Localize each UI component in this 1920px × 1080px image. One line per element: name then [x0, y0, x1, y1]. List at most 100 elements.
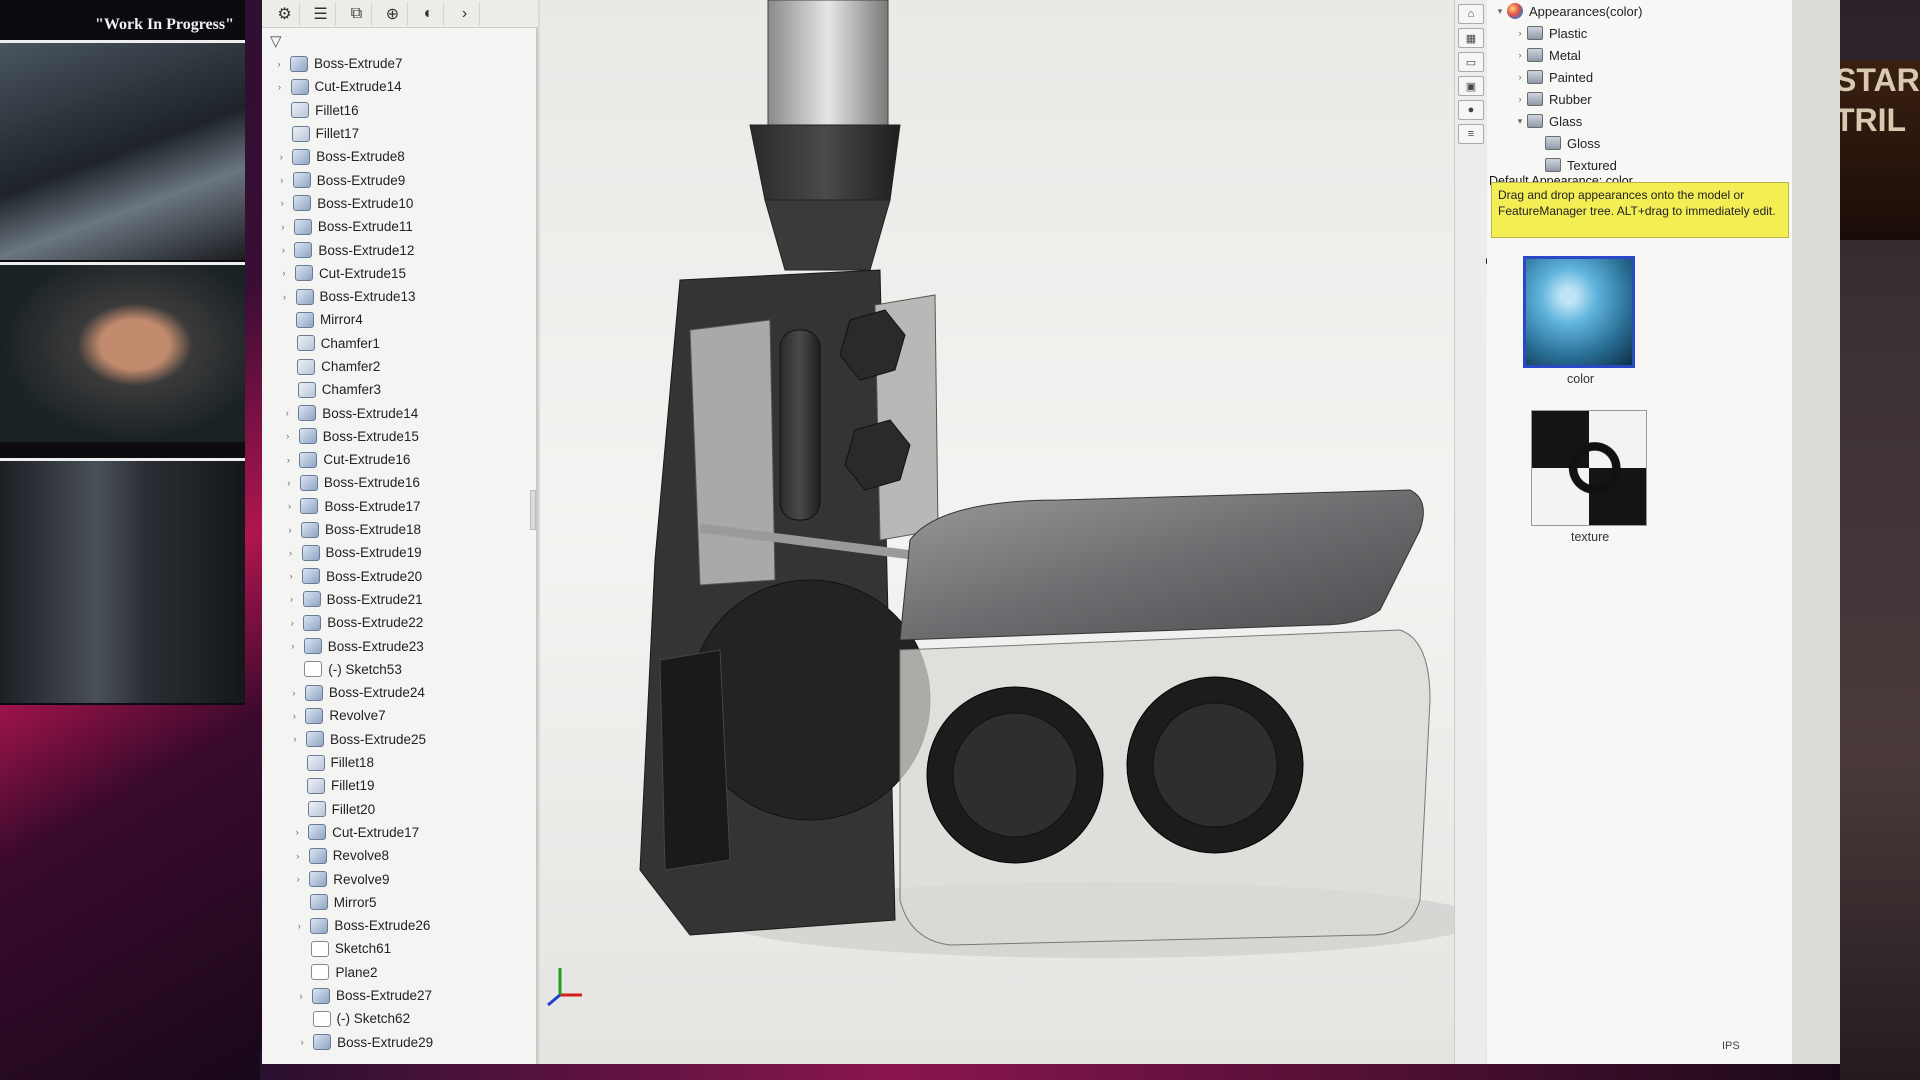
- tree-item[interactable]: › Boss-Extrude9: [268, 168, 534, 191]
- tree-item[interactable]: › Boss-Extrude20: [268, 565, 534, 588]
- tree-item[interactable]: › Boss-Extrude23: [268, 634, 534, 657]
- chevron-right-icon[interactable]: ›: [273, 82, 287, 92]
- chevron-right-icon[interactable]: ›: [283, 525, 297, 535]
- tree-item[interactable]: › Revolve7: [268, 704, 534, 727]
- chevron-down-icon[interactable]: ▾: [1493, 6, 1507, 17]
- tree-item[interactable]: Chamfer1: [268, 332, 534, 355]
- tree-item[interactable]: Fillet17: [268, 122, 534, 145]
- chevron-right-icon[interactable]: ›: [287, 711, 301, 721]
- filter-icon[interactable]: ▽: [270, 32, 282, 50]
- chevron-right-icon[interactable]: ›: [1513, 94, 1527, 104]
- tree-item[interactable]: Fillet19: [268, 774, 534, 797]
- chevron-right-icon[interactable]: ›: [288, 734, 302, 744]
- tree-item[interactable]: Plane2: [268, 961, 534, 984]
- tree-item[interactable]: › Boss-Extrude25: [268, 728, 534, 751]
- units-indicator[interactable]: IPS: [1722, 1040, 1740, 1052]
- tree-item[interactable]: Mirror5: [268, 891, 534, 914]
- chevron-right-icon[interactable]: ›: [272, 59, 286, 69]
- appearance-folder[interactable]: Gloss: [1493, 132, 1783, 154]
- property-manager-icon[interactable]: ☰: [306, 2, 336, 26]
- chevron-right-icon[interactable]: ›: [1513, 28, 1527, 38]
- tree-item[interactable]: › Boss-Extrude17: [268, 495, 534, 518]
- chevron-right-icon[interactable]: ›: [284, 548, 298, 558]
- tree-item[interactable]: Fillet20: [268, 798, 534, 821]
- chevron-right-icon[interactable]: ›: [286, 641, 300, 651]
- chevron-right-icon[interactable]: ›: [282, 478, 296, 488]
- chevron-right-icon[interactable]: ›: [285, 618, 299, 628]
- tree-item[interactable]: › Boss-Extrude7: [268, 52, 534, 75]
- tree-item[interactable]: › Boss-Extrude24: [268, 681, 534, 704]
- tree-item[interactable]: (-) Sketch53: [268, 658, 534, 681]
- tree-item[interactable]: Chamfer2: [268, 355, 534, 378]
- file-explorer-icon[interactable]: ▭: [1458, 52, 1484, 72]
- tree-item[interactable]: › Boss-Extrude12: [268, 238, 534, 261]
- design-library-icon[interactable]: ▦: [1458, 28, 1484, 48]
- graphics-viewport[interactable]: ➤: [540, 0, 1540, 1064]
- tree-item[interactable]: › Boss-Extrude29: [268, 1030, 534, 1053]
- tree-item[interactable]: › Revolve8: [268, 844, 534, 867]
- home-icon[interactable]: ⌂: [1458, 4, 1484, 24]
- tree-item[interactable]: › Revolve9: [268, 867, 534, 890]
- chevron-right-icon[interactable]: ›: [290, 827, 304, 837]
- tree-item[interactable]: › Boss-Extrude22: [268, 611, 534, 634]
- tree-item[interactable]: Sketch61: [268, 937, 534, 960]
- tree-item[interactable]: Fillet16: [268, 99, 534, 122]
- chevron-right-icon[interactable]: ›: [1513, 72, 1527, 82]
- feature-manager-tree[interactable]: ⚙ ☰ ⧉ ⊕ ◐ › ▽ › Boss-Extrude7 › Cut-Extrude…: [262, 0, 538, 1064]
- chevron-icon[interactable]: ›: [450, 2, 480, 26]
- appearances-icon[interactable]: ●: [1458, 100, 1484, 120]
- chevron-right-icon[interactable]: ›: [280, 408, 294, 418]
- chevron-right-icon[interactable]: ›: [291, 851, 305, 861]
- appearance-folder[interactable]: Textured: [1493, 154, 1783, 176]
- tree-item[interactable]: › Cut-Extrude17: [268, 821, 534, 844]
- configuration-icon[interactable]: ⧉: [342, 2, 372, 26]
- tree-item[interactable]: Mirror4: [268, 308, 534, 331]
- appearance-folder[interactable]: › Plastic: [1493, 22, 1783, 44]
- tree-item[interactable]: Fillet18: [268, 751, 534, 774]
- chevron-right-icon[interactable]: ›: [285, 594, 299, 604]
- chevron-right-icon[interactable]: ›: [1513, 50, 1527, 60]
- appearance-folder[interactable]: ▾ Glass: [1493, 110, 1783, 132]
- chevron-right-icon[interactable]: ›: [295, 1037, 309, 1047]
- tree-item[interactable]: › Boss-Extrude11: [268, 215, 534, 238]
- chevron-right-icon[interactable]: ›: [284, 571, 298, 581]
- chevron-right-icon[interactable]: ›: [276, 222, 290, 232]
- chevron-right-icon[interactable]: ›: [277, 268, 291, 278]
- chevron-right-icon[interactable]: ›: [275, 175, 289, 185]
- chevron-right-icon[interactable]: ›: [287, 688, 301, 698]
- chevron-right-icon[interactable]: ›: [281, 455, 295, 465]
- tree-item[interactable]: › Boss-Extrude10: [268, 192, 534, 215]
- tree-item[interactable]: › Boss-Extrude18: [268, 518, 534, 541]
- tree-item[interactable]: › Boss-Extrude21: [268, 588, 534, 611]
- chevron-right-icon[interactable]: ›: [294, 991, 308, 1001]
- tree-item[interactable]: › Boss-Extrude26: [268, 914, 534, 937]
- chevron-right-icon[interactable]: ›: [275, 198, 289, 208]
- chevron-right-icon[interactable]: ›: [274, 152, 288, 162]
- appearances-root[interactable]: ▾ Appearances(color): [1493, 0, 1783, 22]
- dimxpert-icon[interactable]: ⊕: [378, 2, 408, 26]
- chevron-right-icon[interactable]: ›: [282, 501, 296, 511]
- appearance-folder[interactable]: › Painted: [1493, 66, 1783, 88]
- chevron-right-icon[interactable]: ›: [292, 921, 306, 931]
- tree-item[interactable]: › Cut-Extrude14: [268, 75, 534, 98]
- appearance-folder[interactable]: › Metal: [1493, 44, 1783, 66]
- tree-item[interactable]: › Boss-Extrude8: [268, 145, 534, 168]
- chevron-down-icon[interactable]: ▾: [1513, 116, 1527, 127]
- tree-item[interactable]: › Boss-Extrude16: [268, 471, 534, 494]
- custom-properties-icon[interactable]: ≡: [1458, 124, 1484, 144]
- tree-item[interactable]: Chamfer3: [268, 378, 534, 401]
- chevron-right-icon[interactable]: ›: [291, 874, 305, 884]
- tree-item[interactable]: › Boss-Extrude27: [268, 984, 534, 1007]
- chevron-right-icon[interactable]: ›: [281, 431, 295, 441]
- color-swatch[interactable]: [1523, 256, 1635, 368]
- tree-item[interactable]: › Boss-Extrude15: [268, 425, 534, 448]
- chevron-right-icon[interactable]: ›: [276, 245, 290, 255]
- feature-manager-icon[interactable]: ⚙: [270, 2, 300, 26]
- tree-item[interactable]: › Boss-Extrude19: [268, 541, 534, 564]
- pane-splitter[interactable]: [530, 490, 536, 530]
- chevron-right-icon[interactable]: ›: [278, 292, 292, 302]
- texture-swatch[interactable]: [1531, 410, 1647, 526]
- appearance-folder[interactable]: › Rubber: [1493, 88, 1783, 110]
- tree-item[interactable]: › Boss-Extrude13: [268, 285, 534, 308]
- view-palette-icon[interactable]: ▣: [1458, 76, 1484, 96]
